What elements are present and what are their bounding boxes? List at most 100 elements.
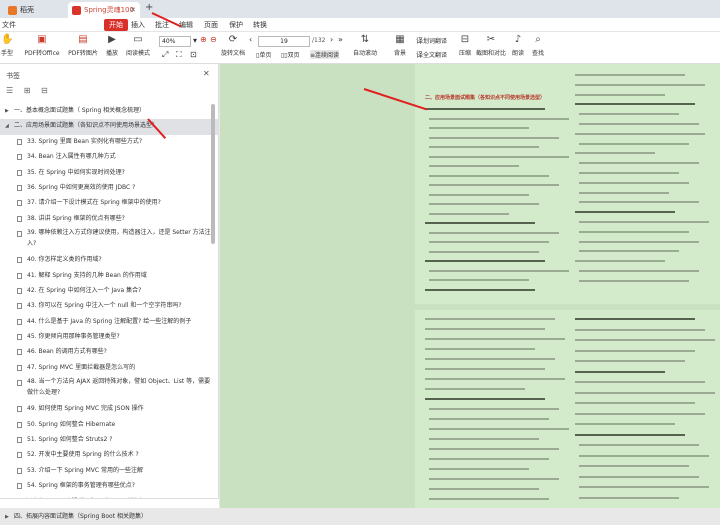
page-text-line	[579, 142, 689, 145]
bookmark-item[interactable]: 47. Spring MVC 里面拦截器是怎么写的	[0, 361, 219, 376]
page-text-line	[429, 231, 559, 234]
menu-convert[interactable]: 转换	[253, 18, 267, 32]
bookmark-page-icon	[17, 184, 22, 191]
hand-icon: ✋	[1, 34, 14, 45]
delete-bookmark-icon[interactable]: ⊟	[41, 86, 48, 95]
auto-scroll-button[interactable]: ⇅ 自动滚动	[352, 34, 378, 57]
actual-size-icon[interactable]: ⊡	[190, 50, 197, 59]
bookmark-item[interactable]: 50. Spring 如何整合 Hibernate	[0, 418, 219, 433]
bookmark-item[interactable]: 36. Spring 中如何更高效的使用 JDBC ?	[0, 181, 219, 196]
prev-page-icon[interactable]: ‹	[249, 35, 252, 44]
sidebar-scrollbar[interactable]	[211, 104, 215, 244]
zoom-dropdown-icon[interactable]: ▾	[193, 36, 197, 45]
bookmark-item[interactable]: 41. 解释 Spring 支持的几种 Bean 的作用域	[0, 269, 219, 284]
page-text-line	[579, 279, 689, 282]
page-text-line	[575, 433, 685, 436]
read-mode-button[interactable]: ▭ 阅读模式	[124, 34, 152, 57]
bookmark-section[interactable]: ▶ 一、基本概念面试题集（ Spring 相关概念梳理）	[0, 104, 219, 119]
bookmark-item[interactable]: 51. Spring 如何整合 Struts2 ?	[0, 433, 219, 448]
page-text-line	[575, 211, 675, 214]
bookmark-page-icon	[17, 380, 22, 387]
zoom-in-icon[interactable]: ⊕	[200, 35, 207, 44]
bookmark-label: 一、基本概念面试题集（ Spring 相关概念梳理）	[14, 107, 146, 114]
bookmark-list: ▶ 一、基本概念面试题集（ Spring 相关概念梳理） ◢ 二、应用场景面试题集（各…	[0, 104, 219, 525]
bookmark-item[interactable]: 43. 你可以在 Spring 中注入一个 null 和一个空字符串吗?	[0, 299, 219, 314]
zoom-input[interactable]: 40%	[159, 36, 191, 47]
page-text-line	[579, 475, 699, 478]
caret-down-icon[interactable]: ◢	[5, 119, 9, 133]
read-aloud-button[interactable]: ♪ 朗读	[510, 34, 526, 57]
pdf-to-image-button[interactable]: ▤ PDF转图片	[66, 34, 100, 57]
fit-page-icon[interactable]: ⛶	[176, 50, 182, 60]
double-page-button[interactable]: ▯▯双页	[281, 50, 300, 59]
page-text-line	[575, 103, 695, 106]
bookmark-section[interactable]: ▶ 四、拓展内容面试题集（Spring Boot 相关题集）	[0, 510, 219, 525]
close-tab-icon[interactable]: ✕	[130, 2, 136, 18]
single-page-label: 单页	[259, 52, 272, 59]
menu-start[interactable]: 开始	[104, 19, 128, 31]
add-bookmark-icon[interactable]: ⊞	[24, 86, 31, 95]
page-text-line	[579, 496, 679, 499]
page-text-line	[579, 162, 699, 165]
bookmark-item[interactable]: 38. 讲讲 Spring 框架的优点有哪些?	[0, 212, 219, 227]
page-text-line	[579, 444, 699, 446]
tab-document[interactable]: Spring灵魂100问.pdf ✕	[68, 2, 140, 30]
menu-insert[interactable]: 插入	[131, 18, 145, 32]
bookmark-item[interactable]: 37. 请介绍一下设计模式在 Spring 框架中的使用?	[0, 196, 219, 211]
tab-home[interactable]: 稻壳	[4, 2, 64, 18]
bookmark-item[interactable]: 42. 在 Spring 中如何注入一个 Java 集合?	[0, 284, 219, 299]
page-number-input[interactable]: 19	[258, 36, 310, 47]
bookmark-page-icon	[17, 272, 22, 279]
bookmark-section[interactable]: ◢ 二、应用场景面试题集（各知识点不同使用场景选型）	[0, 119, 219, 135]
page-text-line	[429, 127, 529, 129]
pdf-to-image-label: PDF转图片	[68, 50, 98, 57]
play-button[interactable]: ▶ 播放	[104, 34, 120, 57]
auto-scroll-icon: ⇅	[360, 34, 370, 45]
bookmark-item[interactable]: 48. 当一个方法向 AJAX 返回特殊对象，譬如 Object、List 等，…	[0, 376, 219, 402]
fit-width-icon[interactable]: ⤢	[162, 50, 168, 60]
page-text-line	[579, 465, 689, 467]
screenshot-compare-button[interactable]: ✂ 截图和对比	[476, 34, 506, 57]
document-view[interactable]: 二、应用场景面试题集（各知识点不同使用场景选型）	[220, 64, 720, 508]
last-page-icon[interactable]: »	[338, 35, 343, 44]
bookmark-item[interactable]: 49. 如何使用 Spring MVC 完成 JSON 操作	[0, 402, 219, 417]
single-page-button[interactable]: ▯单页	[256, 50, 271, 59]
rotate-button[interactable]: ⟳ 旋转文档	[220, 34, 246, 57]
bookmark-options-icon[interactable]: ☰	[6, 86, 13, 95]
caret-right-icon[interactable]: ▶	[5, 510, 9, 524]
menu-protect[interactable]: 保护	[229, 18, 243, 32]
next-page-icon[interactable]: ›	[330, 35, 333, 44]
bookmark-item[interactable]: 39. 哪种依赖注入方式你建议使用，构造器注入，还是 Setter 方法注入?	[0, 227, 219, 253]
bookmark-item[interactable]: 53. 介绍一下 Spring MVC 常用的一些注解	[0, 464, 219, 479]
screenshot-compare-label: 截图和对比	[476, 50, 507, 57]
bookmark-item[interactable]: 34. Bean 注入属性有哪几种方式	[0, 150, 219, 165]
bookmark-item[interactable]: 33. Spring 里面 Bean 实例化有哪些方式?	[0, 135, 219, 150]
bookmark-item[interactable]: 46. Bean 的调用方式有哪些?	[0, 345, 219, 360]
zoom-out-icon[interactable]: ⊖	[210, 35, 217, 44]
menu-file[interactable]: 文件	[2, 18, 16, 32]
find-button[interactable]: ⌕ 查找	[530, 34, 546, 57]
pdf-page-lower	[415, 310, 720, 508]
continuous-read-button[interactable]: ≡连续阅读	[310, 50, 340, 59]
full-translate-button[interactable]: 译全文翻译	[416, 50, 447, 60]
background-button[interactable]: ▦ 背景	[392, 34, 408, 57]
bookmark-item[interactable]: 45. 你更倾向用那种事务管理类型?	[0, 330, 219, 345]
menu-page[interactable]: 页面	[204, 18, 218, 32]
pdf-to-office-button[interactable]: ▣ PDF转Office	[22, 34, 62, 57]
page-text-line	[579, 123, 699, 125]
page-text-line	[575, 318, 695, 320]
bookmark-item[interactable]: 35. 在 Spring 中如何实现时间处理?	[0, 166, 219, 181]
word-translate-button[interactable]: 译划词翻译	[416, 36, 447, 46]
bookmark-item[interactable]: 52. 开发中主要使用 Spring 的什么技术 ?	[0, 448, 219, 463]
bookmark-item[interactable]: 40. 你怎样定义类的作用域?	[0, 253, 219, 268]
bookmark-page-icon	[17, 483, 22, 490]
bookmark-item[interactable]: 44. 什么是基于 Java 的 Spring 注解配置? 给一些注解的例子	[0, 315, 219, 330]
caret-right-icon[interactable]: ▶	[5, 104, 9, 118]
bookmark-item[interactable]: 54. Spring 框架的事务管理有哪些优点?	[0, 479, 219, 494]
hand-tool-button[interactable]: ✋ 手型	[0, 34, 14, 57]
page-text-line	[425, 328, 545, 330]
compress-button[interactable]: ⊟ 压缩	[457, 34, 473, 57]
compress-icon: ⊟	[460, 34, 470, 45]
close-icon[interactable]: ✕	[203, 69, 210, 78]
page-text-line	[429, 117, 569, 120]
